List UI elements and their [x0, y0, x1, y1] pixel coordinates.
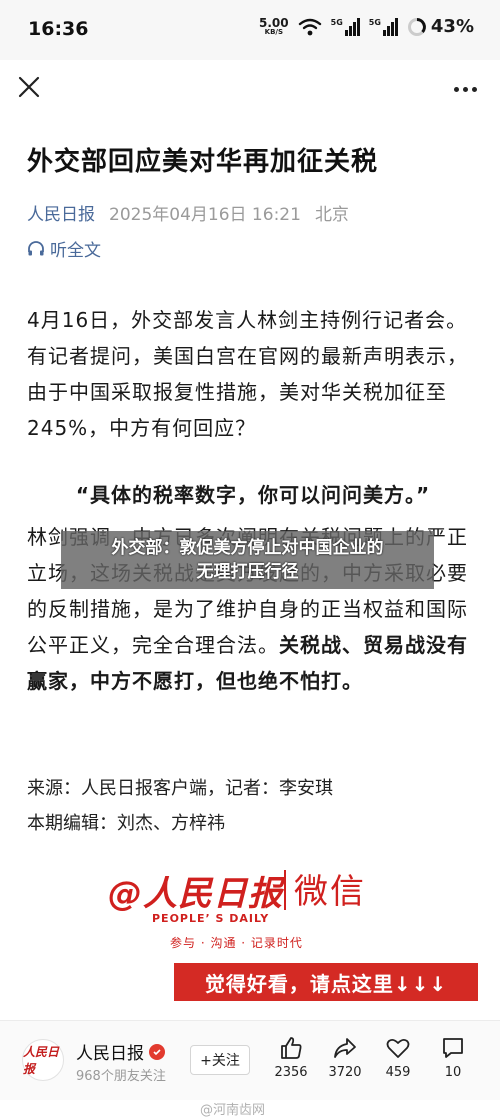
share-count: 3720	[328, 1065, 362, 1080]
wifi-icon	[298, 18, 321, 35]
verified-icon	[149, 1043, 165, 1060]
source-line: 来源：人民日报客户端，记者：李安琪	[27, 778, 333, 799]
share-icon	[334, 1038, 356, 1058]
followers-count: 968个朋友关注	[76, 1069, 166, 1084]
signal-icon-1: 5G	[330, 17, 360, 36]
article-location: 北京	[314, 205, 349, 225]
listen-label: 听全文	[50, 241, 101, 261]
promo-cta-button[interactable]: 觉得好看，请点这里↓↓↓	[174, 963, 478, 1001]
account-avatar[interactable]: 人民日报	[22, 1039, 64, 1081]
signal-label-1: 5G	[330, 17, 343, 27]
listen-full-text-button[interactable]: 听全文	[27, 236, 101, 261]
comment-count: 10	[444, 1065, 462, 1080]
battery-ring-icon	[407, 17, 426, 36]
like-button[interactable]: 2356	[266, 1035, 316, 1080]
watermark: @河南齿网	[200, 1103, 266, 1118]
heart-icon	[386, 1038, 410, 1058]
signal-label-2: 5G	[368, 17, 381, 27]
favorite-count: 459	[385, 1065, 411, 1080]
article-quote: “具体的税率数字，你可以问问美方。”	[75, 483, 431, 507]
account-name: 人民日报	[76, 1044, 144, 1064]
thumbs-up-icon	[281, 1037, 302, 1059]
article-title: 外交部回应美对华再加征关税	[27, 147, 379, 177]
more-options-button[interactable]	[450, 74, 480, 104]
bottom-action-bar: 人民日报 人民日报 968个朋友关注 +关注 2356 3720 459 10	[0, 1020, 500, 1100]
article-time: 2025年04月16日 16:21	[109, 205, 301, 225]
avatar-text: 人民日报	[23, 1045, 60, 1076]
battery-indicator: 43%	[407, 16, 474, 37]
more-dot-icon	[462, 86, 468, 92]
network-speed: 5.00 KB/S	[259, 17, 289, 36]
article-source-link[interactable]: 人民日报	[27, 200, 95, 225]
signal-icon-2: 5G	[368, 17, 398, 36]
like-count: 2356	[274, 1065, 308, 1080]
promo-slogan: 参与 · 沟通 · 记录时代	[170, 936, 303, 950]
battery-percent: 43%	[430, 16, 474, 37]
promo-english-name: PEOPLE’ S DAILY	[152, 912, 270, 925]
share-button[interactable]: 3720	[320, 1035, 370, 1080]
follow-button[interactable]: +关注	[190, 1045, 250, 1075]
status-bar: 16:36 5.00 KB/S 5G 5G 43%	[0, 0, 500, 60]
promo-divider	[284, 870, 286, 910]
promo-logo: @人民日报	[108, 874, 283, 914]
article-paragraph-1: 4月16日，外交部发言人林剑主持例行记者会。有记者提问，美国白宫在官网的最新声明…	[27, 308, 468, 440]
article-nav-bar	[0, 60, 500, 116]
article-meta: 人民日报 2025年04月16日 16:21 北京	[27, 200, 349, 225]
article-credits: 来源：人民日报客户端，记者：李安琪 本期编辑：刘杰、方梓祎	[27, 771, 333, 841]
status-icons: 5.00 KB/S 5G 5G 43%	[259, 16, 474, 37]
close-icon	[18, 76, 40, 98]
more-dot-icon	[471, 86, 477, 92]
comment-icon	[443, 1038, 463, 1058]
comment-button[interactable]: 10	[428, 1035, 478, 1080]
close-button[interactable]	[14, 72, 44, 102]
network-speed-unit: KB/S	[264, 28, 283, 36]
status-time: 16:36	[28, 18, 89, 40]
overlay-line-1: 外交部：敦促美方停止对中国企业的	[111, 538, 384, 558]
video-overlay-caption: 外交部：敦促美方停止对中国企业的 无理打压行径	[61, 531, 434, 589]
editor-line: 本期编辑：刘杰、方梓祎	[27, 813, 225, 834]
account-name-link[interactable]: 人民日报	[76, 1039, 165, 1064]
more-dot-icon	[453, 86, 459, 92]
overlay-line-2: 无理打压行径	[196, 562, 299, 582]
promo-weixin-label: 微信	[294, 872, 366, 912]
headphones-icon	[28, 240, 44, 255]
favorite-button[interactable]: 459	[373, 1035, 423, 1080]
